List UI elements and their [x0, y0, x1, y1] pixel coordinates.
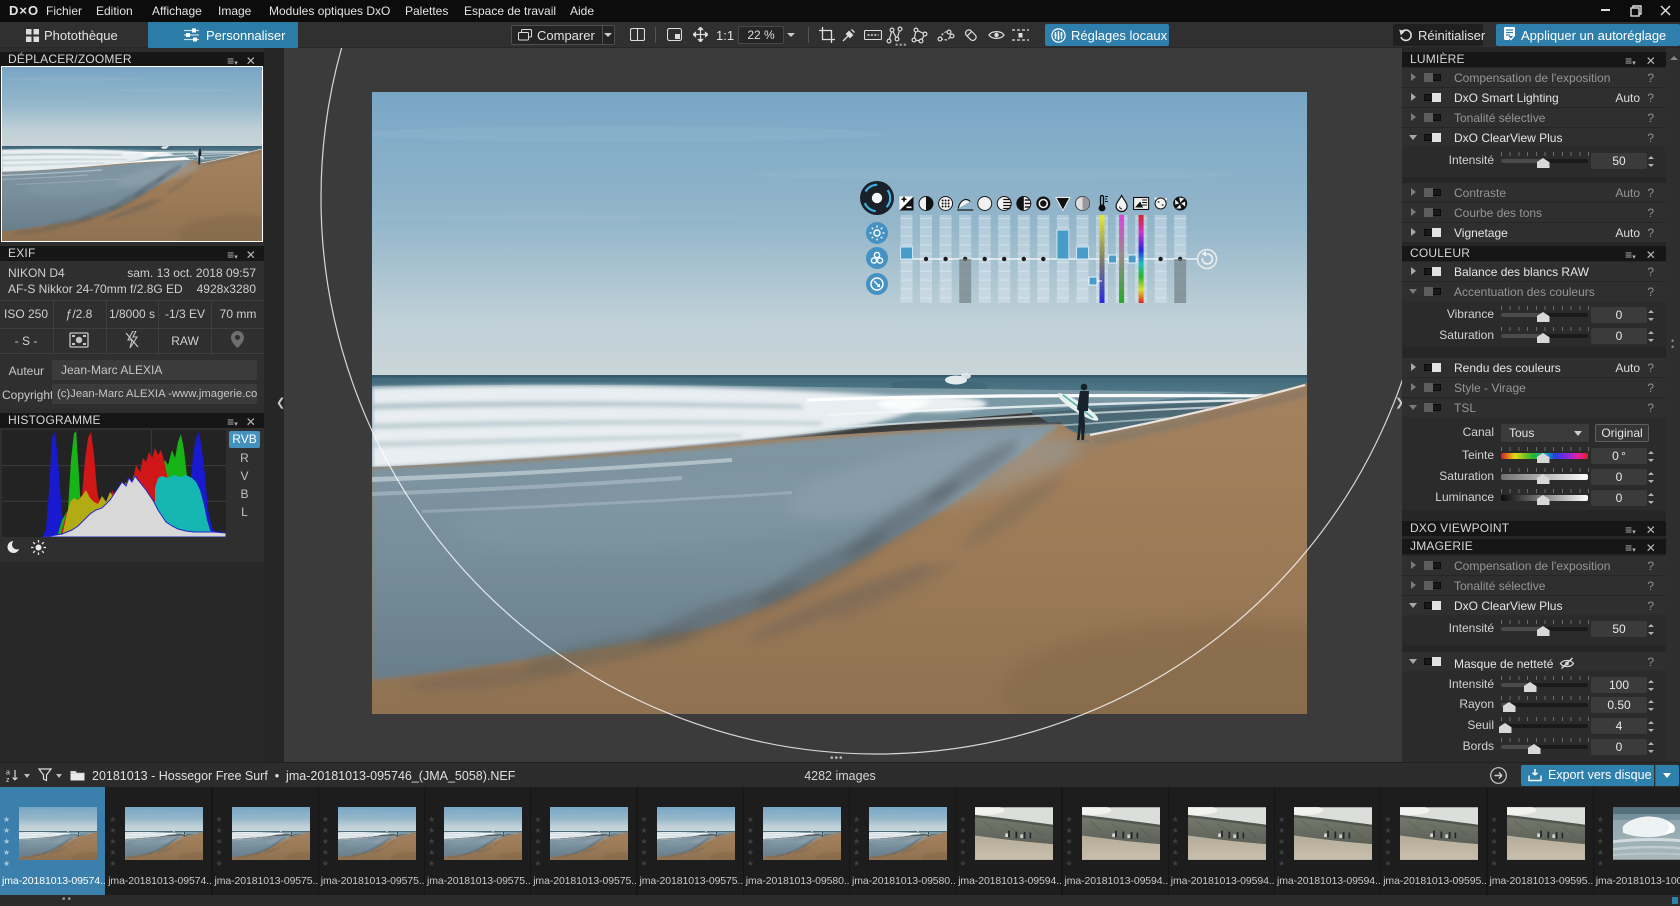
- svg-text:z: z: [6, 777, 10, 783]
- svg-text:a: a: [6, 770, 10, 777]
